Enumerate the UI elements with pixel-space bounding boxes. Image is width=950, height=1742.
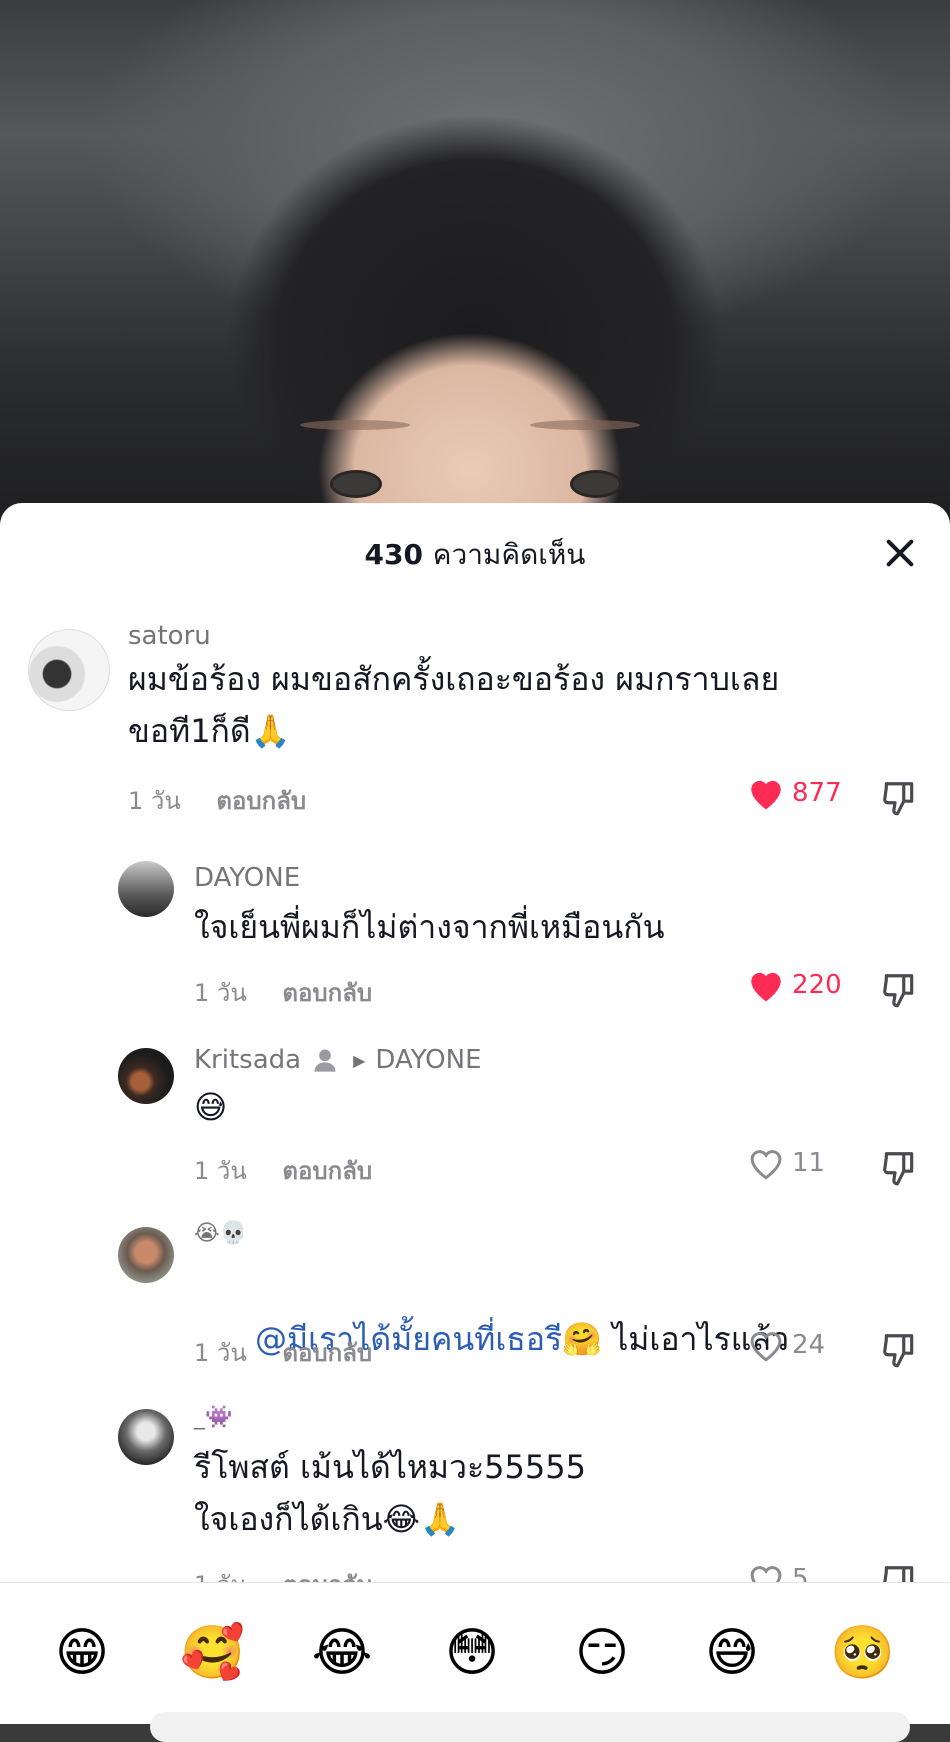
comment-count: 430 [364,538,423,571]
comment-meta: 1 วัน ตอบกลับ [194,1333,372,1372]
video-background[interactable] [0,0,950,540]
comment-text: ใจเย็นพี่ผมก็ไม่ต่างจากพี่เหมือนกัน [194,908,665,946]
reply-to-username[interactable]: DAYONE [375,1045,481,1075]
left-eye [330,470,382,498]
heart-filled-icon [751,780,781,810]
heart-filled-icon [751,972,781,1002]
comment-input[interactable] [150,1712,910,1742]
comment-count-label: ความคิดเห็น [432,538,586,571]
comment-meta: 1 วัน ตอบกลับ [194,973,372,1012]
emoji-quick-bar: 😁 🥰 😂 😳 😏 😅 🥺 [0,1582,950,1724]
like-button[interactable]: 24 [746,1327,825,1363]
emoji-grin-button[interactable]: 😁 [50,1621,114,1685]
comment-username-row: Kritsada ▶ DAYONE [194,1045,482,1075]
comment-username[interactable]: _👾 [194,1405,232,1430]
like-count: 24 [792,1330,826,1360]
reply-button[interactable]: ตอบกลับ [282,1157,372,1185]
right-brow [530,420,640,430]
reply-button[interactable]: ตอบกลับ [216,787,306,815]
heart-outline-icon [750,1150,782,1180]
like-count: 877 [792,778,842,808]
comment-meta: 1 วัน ตอบกลับ [128,781,306,820]
avatar[interactable] [118,1409,174,1465]
dislike-icon[interactable] [880,971,918,1009]
like-button[interactable]: 11 [746,1145,825,1181]
comment-username[interactable]: DAYONE [194,863,300,893]
comment-time: 1 วัน [194,1157,247,1185]
avatar[interactable] [118,861,174,917]
like-count: 220 [792,970,842,1000]
avatar[interactable] [118,1227,174,1283]
left-brow [300,420,410,430]
reply-button[interactable]: ตอบกลับ [282,979,372,1007]
close-icon[interactable] [880,533,920,573]
right-eye [570,470,622,498]
heart-outline-icon [750,1332,782,1362]
reply-button[interactable]: ตอบกลับ [282,1339,372,1367]
emoji-pleading-button[interactable]: 🥺 [830,1621,895,1685]
caret-right-icon: ▶ [353,1050,366,1070]
comment-text: 😅 [194,1088,228,1126]
person-icon [314,1049,336,1072]
comment-time: 1 วัน [128,787,181,815]
comment-time: 1 วัน [194,1339,247,1367]
comment-text: ผมข้อร้อง ผมขอสักครั้งเถอะขอร้อง ผมกราบเ… [128,660,780,750]
comment-time: 1 วัน [194,979,247,1007]
comments-header: 430 ความคิดเห็น [0,503,950,599]
emoji-hearts-button[interactable]: 🥰 [180,1621,245,1685]
comments-sheet: 430 ความคิดเห็น satoru ผมข้อร้อง ผมขอสัก… [0,503,950,1723]
comment-username[interactable]: 😭💀 [194,1221,247,1246]
dislike-icon[interactable] [880,779,918,817]
dislike-icon[interactable] [880,1331,918,1369]
comment-username[interactable]: Kritsada [194,1045,301,1075]
like-button[interactable]: 220 [746,967,842,1003]
avatar[interactable] [28,629,110,711]
comment-text: รีโพสต์ เม้นได้ไหมวะ55555 ใจเองก็ได้เกิน… [194,1448,586,1538]
dislike-icon[interactable] [880,1149,918,1187]
comment-meta: 1 วัน ตอบกลับ [194,1151,372,1190]
emoji-sweat-smile-button[interactable]: 😅 [700,1621,764,1685]
avatar[interactable] [118,1048,174,1104]
emoji-flushed-button[interactable]: 😳 [440,1621,504,1685]
comment-username[interactable]: satoru [128,621,211,651]
emoji-smirk-button[interactable]: 😏 [570,1621,634,1685]
comments-title: 430 ความคิดเห็น [0,533,950,577]
like-count: 11 [792,1148,826,1178]
emoji-joy-button[interactable]: 😂 [310,1621,374,1685]
like-button[interactable]: 877 [746,775,842,811]
